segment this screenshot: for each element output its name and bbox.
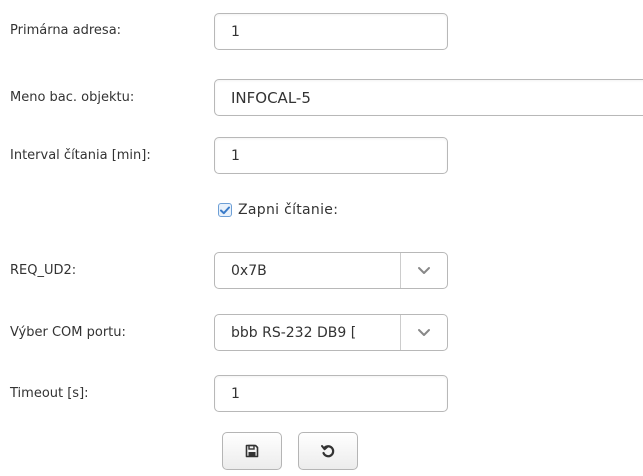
primary-address-input[interactable]: 1	[214, 13, 448, 50]
req-ud2-dropdown-toggle[interactable]	[400, 253, 447, 288]
save-button[interactable]	[222, 432, 282, 470]
timeout-label: Timeout [s]:	[10, 386, 89, 401]
read-interval-input[interactable]: 1	[214, 137, 448, 174]
read-interval-label: Interval čítania [min]:	[10, 148, 151, 163]
enable-reading-label: Zapni čítanie:	[238, 202, 339, 218]
req-ud2-label: REQ_UD2:	[10, 263, 77, 278]
req-ud2-value: 0x7B	[231, 262, 267, 279]
enable-reading-checkbox[interactable]	[218, 203, 232, 217]
com-port-select[interactable]: bbb RS-232 DB9 [	[214, 314, 448, 351]
com-port-dropdown-toggle[interactable]	[400, 315, 447, 350]
timeout-value: 1	[231, 385, 240, 402]
primary-address-value: 1	[231, 23, 240, 40]
reset-button[interactable]	[298, 432, 358, 470]
req-ud2-select[interactable]: 0x7B	[214, 252, 448, 289]
undo-icon	[321, 445, 335, 458]
enable-reading-row[interactable]: Zapni čítanie:	[218, 202, 338, 218]
checkmark-icon	[220, 206, 230, 214]
primary-address-label: Primárna adresa:	[10, 23, 122, 38]
object-name-label: Meno bac. objektu:	[10, 90, 135, 105]
object-name-input[interactable]: INFOCAL-5	[214, 79, 643, 116]
read-interval-value: 1	[231, 147, 240, 164]
com-port-label: Výber COM portu:	[10, 325, 126, 340]
com-port-value: bbb RS-232 DB9 [	[231, 324, 357, 341]
chevron-down-icon	[418, 329, 430, 336]
timeout-input[interactable]: 1	[214, 375, 448, 412]
chevron-down-icon	[418, 267, 430, 274]
floppy-disk-icon	[245, 444, 259, 458]
object-name-value: INFOCAL-5	[231, 88, 311, 107]
